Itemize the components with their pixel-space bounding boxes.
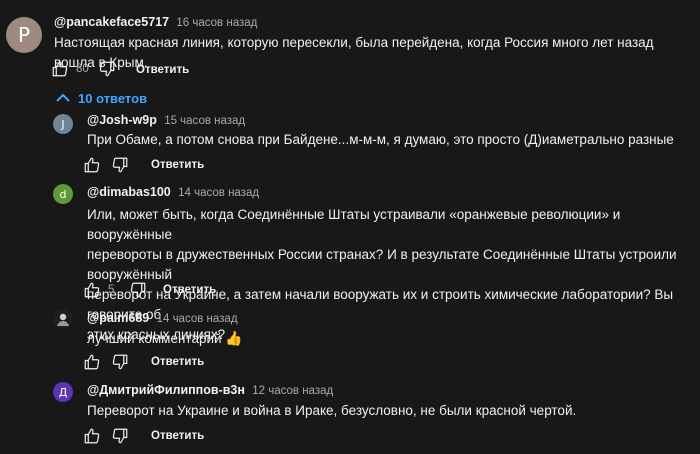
- dislike-button[interactable]: [108, 153, 132, 177]
- like-button[interactable]: [80, 278, 104, 302]
- like-button[interactable]: [80, 153, 104, 177]
- comment-header: @dimabas100 14 часов назад: [87, 185, 259, 199]
- reply-button[interactable]: Ответить: [151, 356, 204, 368]
- comment-text: При Обаме, а потом снова при Байдене...м…: [87, 132, 674, 147]
- reply-button[interactable]: Ответить: [136, 64, 189, 76]
- comment-actions: 5: [80, 278, 150, 302]
- comment-actions: [80, 350, 132, 374]
- comment-header: @ДмитрийФилиппов-в3н 12 часов назад: [87, 383, 333, 397]
- thumb-up-icon: [84, 282, 100, 298]
- like-count: 80: [76, 63, 89, 75]
- dislike-button[interactable]: [95, 57, 119, 81]
- avatar-letter: J: [61, 117, 65, 131]
- author-name[interactable]: @dimabas100: [87, 185, 171, 199]
- reply-button[interactable]: Ответить: [163, 284, 216, 296]
- avatar[interactable]: P: [6, 17, 42, 53]
- avatar-photo-icon: [53, 309, 73, 329]
- replies-toggle-label: 10 ответов: [78, 90, 148, 106]
- replies-toggle[interactable]: 10 ответов: [56, 88, 147, 108]
- thumb-down-icon: [112, 428, 128, 444]
- avatar[interactable]: J: [53, 114, 73, 134]
- avatar-letter: d: [59, 187, 67, 201]
- timestamp[interactable]: 16 часов назад: [176, 17, 257, 29]
- text-line: Или, может быть, когда Соединённые Штаты…: [87, 207, 621, 242]
- author-name[interactable]: @paim689: [87, 311, 149, 325]
- chevron-up-icon: [56, 93, 70, 102]
- author-name[interactable]: @Josh-w9p: [87, 113, 157, 127]
- like-count: 5: [108, 284, 115, 296]
- avatar-letter: Д: [58, 385, 68, 399]
- like-button[interactable]: [48, 57, 72, 81]
- thumb-up-icon: [84, 428, 100, 444]
- thumb-down-icon: [99, 61, 115, 77]
- comment-text: Переворот на Украине и война в Ираке, бе…: [87, 403, 577, 418]
- author-name[interactable]: @pancakeface5717: [54, 15, 169, 29]
- timestamp[interactable]: 12 часов назад: [252, 385, 333, 397]
- thumb-down-icon: [112, 354, 128, 370]
- avatar[interactable]: d: [53, 184, 73, 204]
- thumb-down-icon: [112, 157, 128, 173]
- text-line: перевороты в дружественных России страна…: [87, 247, 677, 282]
- comment-actions: [80, 424, 132, 448]
- comment-text: лучший комментарий 👍: [87, 328, 687, 349]
- avatar-letter: P: [17, 23, 31, 47]
- comment-text-content: лучший комментарий: [87, 331, 222, 346]
- timestamp[interactable]: 14 часов назад: [157, 313, 238, 325]
- avatar[interactable]: [53, 309, 73, 329]
- like-button[interactable]: [80, 350, 104, 374]
- comment-header: @Josh-w9p 15 часов назад: [87, 113, 245, 127]
- timestamp[interactable]: 14 часов назад: [178, 187, 259, 199]
- comment-header: @paim689 14 часов назад: [87, 311, 238, 325]
- thumb-up-icon: [52, 61, 68, 77]
- dislike-button[interactable]: [108, 350, 132, 374]
- timestamp[interactable]: 15 часов назад: [164, 115, 245, 127]
- avatar[interactable]: Д: [53, 382, 73, 402]
- like-button[interactable]: [80, 424, 104, 448]
- comment-actions: 80: [48, 57, 119, 81]
- dislike-button[interactable]: [126, 278, 150, 302]
- thumbs-up-emoji: 👍: [225, 330, 243, 346]
- thumb-up-icon: [84, 354, 100, 370]
- reply-button[interactable]: Ответить: [151, 430, 204, 442]
- thumb-down-icon: [130, 282, 146, 298]
- author-name[interactable]: @ДмитрийФилиппов-в3н: [87, 383, 245, 397]
- thumb-up-icon: [84, 157, 100, 173]
- reply-button[interactable]: Ответить: [151, 159, 204, 171]
- comment-actions: [80, 153, 132, 177]
- dislike-button[interactable]: [108, 424, 132, 448]
- comment-header: @pancakeface5717 16 часов назад: [54, 15, 257, 29]
